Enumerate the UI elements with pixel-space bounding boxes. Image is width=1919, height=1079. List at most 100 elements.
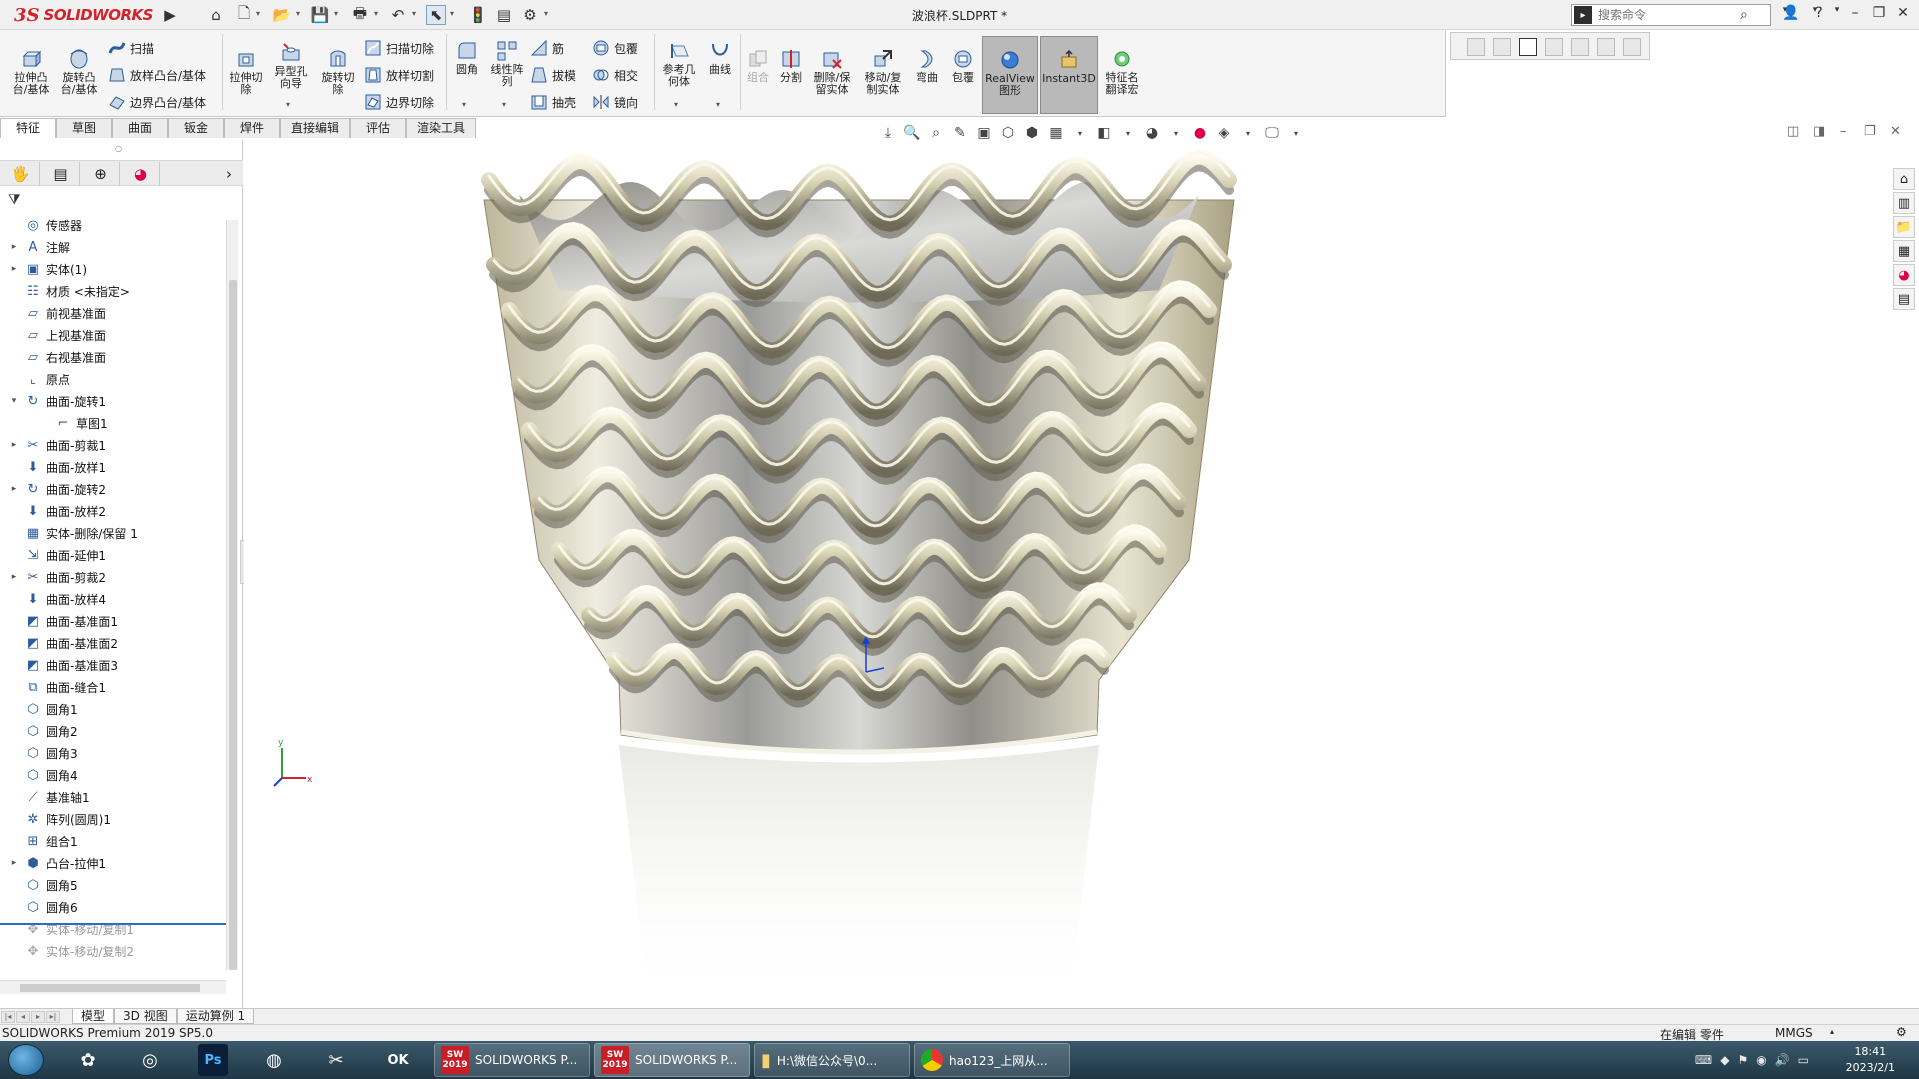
tree-item[interactable]: ⟋ 基准轴1	[8, 786, 89, 808]
display-manager-tab-icon[interactable]: ◕	[122, 162, 160, 185]
viewport-split-icon[interactable]: ◫	[1787, 124, 1799, 139]
next-tab-icon[interactable]: ▸	[31, 1010, 45, 1023]
tree-item[interactable]: ⌞ 原点	[8, 368, 70, 390]
tab-model[interactable]: 模型	[72, 1009, 115, 1024]
tree-item[interactable]: ▸ ▣ 实体(1)	[8, 258, 87, 280]
tree-item[interactable]: ⬡ 圆角1	[8, 698, 77, 720]
tab-direct-editing[interactable]: 直接编辑	[280, 118, 351, 138]
save-icon[interactable]: 💾	[310, 5, 330, 25]
design-library-icon[interactable]: ▥	[1893, 192, 1915, 214]
tree-item[interactable]: ⊞ 组合1	[8, 830, 78, 852]
tree-item[interactable]: ▱ 上视基准面	[8, 324, 106, 346]
pinned-app-icon[interactable]: ◍	[252, 1044, 296, 1076]
wrap-large-button[interactable]: 包覆	[948, 48, 978, 84]
options-dropdown-icon[interactable]: ▾	[544, 9, 548, 18]
tree-item[interactable]: ⬡ 圆角6	[8, 896, 77, 918]
expand-arrow-icon[interactable]: ▸	[8, 440, 20, 450]
custom-properties-icon[interactable]: ▤	[1893, 288, 1915, 310]
tool-icon[interactable]	[1571, 38, 1589, 56]
keyboard-icon[interactable]: ⌨	[1695, 1053, 1712, 1067]
tab-sheet-metal[interactable]: 钣金	[168, 118, 224, 138]
lofted-boss-button[interactable]: 放样凸台/基体	[108, 65, 206, 85]
file-explorer-icon[interactable]: 📁	[1893, 216, 1915, 238]
tab-motion-study[interactable]: 运动算例 1	[176, 1009, 255, 1024]
viewport-restore-icon[interactable]: ❐	[1864, 124, 1876, 139]
tree-item[interactable]: ⬡ 圆角4	[8, 764, 77, 786]
feature-name-translation-button[interactable]: 特征名 翻译宏	[1100, 48, 1144, 96]
open-dropdown-icon[interactable]: ▾	[296, 9, 300, 18]
feature-tree-tab-icon[interactable]: 🖐	[2, 162, 40, 185]
close-icon[interactable]: ✕	[1892, 5, 1914, 21]
tab-surfaces[interactable]: 曲面	[112, 118, 168, 138]
unit-system[interactable]: MMGS	[1775, 1026, 1813, 1040]
boundary-boss-button[interactable]: 边界凸台/基体	[108, 92, 206, 112]
taskbar-solidworks-2[interactable]: SW 2019 SOLIDWORKS P...	[594, 1043, 750, 1077]
restore-icon[interactable]: ❐	[1868, 5, 1890, 21]
split-button[interactable]: 分割	[776, 48, 806, 84]
tool-icon[interactable]	[1493, 38, 1511, 56]
units-dropdown-icon[interactable]: ▴	[1830, 1027, 1834, 1036]
mirror-button[interactable]: 镜向	[592, 92, 638, 112]
curves-button[interactable]: 曲线	[704, 40, 736, 76]
expand-arrow-icon[interactable]: ▸	[8, 484, 20, 494]
expand-arrow-icon[interactable]: ▾	[8, 396, 20, 406]
tree-item[interactable]: ▱ 前视基准面	[8, 302, 106, 324]
tool-icon[interactable]	[1467, 38, 1485, 56]
wrap-button[interactable]: 包覆	[592, 38, 638, 58]
reference-dropdown-icon[interactable]: ▾	[674, 100, 678, 109]
rebuild-icon[interactable]: 🚦	[468, 5, 488, 25]
panel-collapse-handle[interactable]: ○	[115, 144, 122, 153]
tree-item[interactable]: ▦ 实体-删除/保留 1	[8, 522, 138, 544]
user-icon[interactable]: 👤	[1780, 5, 1802, 21]
extruded-boss-button[interactable]: 拉伸凸 台/基体	[10, 48, 52, 96]
pattern-dropdown-icon[interactable]: ▾	[502, 100, 506, 109]
network-icon[interactable]: ◉	[1756, 1053, 1766, 1067]
taskbar-explorer[interactable]: ▮ H:\微信公众号\0...	[754, 1043, 910, 1077]
viewport-minimize-icon[interactable]: –	[1840, 124, 1847, 139]
tree-item[interactable]: ⬡ 圆角5	[8, 874, 77, 896]
filter-icon[interactable]: ⧩	[8, 192, 21, 208]
first-tab-icon[interactable]: |◂	[1, 1010, 15, 1023]
obs-icon[interactable]: OK	[376, 1044, 420, 1076]
display-icon[interactable]: ▭	[1798, 1053, 1809, 1067]
tree-item[interactable]: ⬡ 圆角3	[8, 742, 77, 764]
taskbar-browser[interactable]: hao123_上网从...	[914, 1043, 1070, 1077]
print-icon[interactable]: 🖶	[350, 4, 370, 25]
tool-icon[interactable]	[1597, 38, 1615, 56]
tree-item[interactable]: ⬇ 曲面-放样1	[8, 456, 106, 478]
tree-item[interactable]: ⇲ 曲面-延伸1	[8, 544, 106, 566]
delete-keep-body-button[interactable]: 删除/保 留实体	[810, 48, 854, 96]
expand-arrow-icon[interactable]: ▸	[8, 264, 20, 274]
realview-graphics-button[interactable]: RealView 图形	[982, 36, 1038, 114]
menu-expand-icon[interactable]: ▶	[160, 5, 180, 25]
last-tab-icon[interactable]: ▸|	[46, 1010, 60, 1023]
new-dropdown-icon[interactable]: ▾	[256, 9, 260, 18]
save-dropdown-icon[interactable]: ▾	[334, 9, 338, 18]
tree-item[interactable]: ▱ 右视基准面	[8, 346, 106, 368]
rollback-bar[interactable]	[0, 923, 226, 925]
tool-icon[interactable]	[1545, 38, 1563, 56]
photoshop-icon[interactable]: Ps	[198, 1044, 228, 1076]
lofted-cut-button[interactable]: 放样切割	[364, 65, 434, 85]
tab-render-tools[interactable]: 渲染工具	[406, 118, 477, 138]
tab-evaluate[interactable]: 评估	[350, 118, 407, 138]
flex-button[interactable]: 弯曲	[912, 48, 942, 84]
swept-boss-button[interactable]: 扫描	[108, 38, 154, 58]
boundary-cut-button[interactable]: 边界切除	[364, 92, 434, 112]
draft-button[interactable]: 拔模	[530, 65, 576, 85]
solidworks-logo[interactable]: 3S SOLIDWORKS	[14, 4, 153, 26]
shell-button[interactable]: 抽壳	[530, 92, 576, 112]
taskbar-app-icon[interactable]: ✿	[66, 1044, 110, 1076]
tree-item[interactable]: ◩ 曲面-基准面2	[8, 632, 118, 654]
wave-cup-model[interactable]: y x	[244, 140, 1919, 1008]
swept-cut-button[interactable]: 扫描切除	[364, 38, 434, 58]
tree-item[interactable]: ▸ ⬢ 凸台-拉伸1	[8, 852, 106, 874]
tree-item[interactable]: ⧉ 曲面-缝合1	[8, 676, 106, 698]
undo-icon[interactable]: ↶	[388, 5, 408, 25]
undo-dropdown-icon[interactable]: ▾	[412, 9, 416, 18]
fillet-dropdown-icon[interactable]: ▾	[462, 100, 466, 109]
revolved-boss-button[interactable]: 旋转凸 台/基体	[58, 48, 100, 96]
prev-tab-icon[interactable]: ◂	[16, 1010, 30, 1023]
tab-features[interactable]: 特征	[0, 118, 56, 138]
pinned-tool-icon[interactable]: ✂	[314, 1044, 358, 1076]
